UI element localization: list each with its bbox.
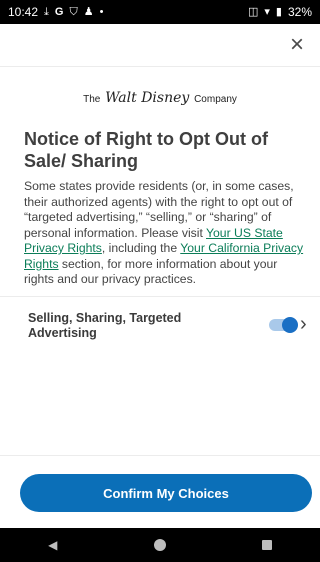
google-icon: G xyxy=(54,5,64,18)
status-right: ◫ ▾ ▮ 32% xyxy=(248,5,312,19)
status-time: 10:42 xyxy=(8,5,39,19)
preference-label: Selling, Sharing, Targeted Advertising xyxy=(28,311,182,340)
preference-toggle[interactable] xyxy=(269,317,298,333)
download-icon: ⤓ xyxy=(44,5,49,18)
person-icon: ♟ xyxy=(83,5,94,18)
vibrate-icon: ◫ xyxy=(247,5,259,18)
wifi-icon: ▾ xyxy=(264,5,270,18)
notice-body-part3: section, for more information about your… xyxy=(24,256,278,287)
close-icon: × xyxy=(289,31,304,58)
divider xyxy=(0,296,320,297)
battery-icon: ▮ xyxy=(275,5,282,18)
preference-row[interactable]: Selling, Sharing, Targeted Advertising › xyxy=(24,310,307,344)
notice-body-part2: , including the xyxy=(101,241,181,255)
status-bar: 10:42 ⤓ G ⛉ ♟ • ◫ ▾ ▮ 32% xyxy=(0,0,320,24)
logo-script: Walt Disney xyxy=(105,90,190,106)
footer-divider xyxy=(0,455,320,456)
home-icon[interactable] xyxy=(153,539,166,551)
android-nav-bar: ◀ xyxy=(0,528,320,562)
header-bar: × xyxy=(0,24,320,67)
recent-apps-icon[interactable] xyxy=(261,540,272,550)
disney-logo: The Walt Disney Company xyxy=(0,90,320,106)
back-icon[interactable]: ◀ xyxy=(48,538,57,552)
toggle-knob xyxy=(282,317,298,333)
shield-icon: ⛉ xyxy=(69,5,78,18)
status-left: 10:42 ⤓ G ⛉ ♟ • xyxy=(8,5,103,19)
confirm-choices-button[interactable]: Confirm My Choices xyxy=(20,474,312,512)
chevron-right-icon[interactable]: › xyxy=(300,314,314,334)
dot-icon: • xyxy=(99,5,104,18)
close-button[interactable]: × xyxy=(284,31,310,58)
logo-pre: The xyxy=(83,94,101,105)
notice-body: Some states provide residents (or, in so… xyxy=(24,179,304,288)
battery-percent: 32% xyxy=(287,5,312,19)
logo-post: Company xyxy=(194,94,237,105)
notice-title: Notice of Right to Opt Out of Sale/ Shar… xyxy=(24,129,268,171)
